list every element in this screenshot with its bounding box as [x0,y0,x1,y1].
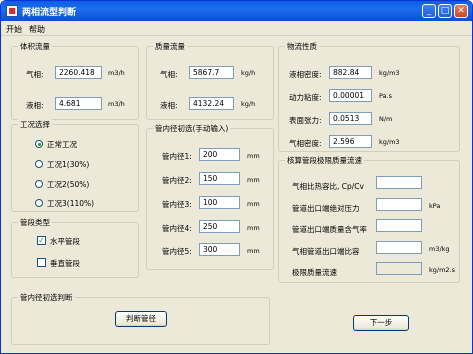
property-label: 气相密度: [289,139,322,148]
diameter-input-4[interactable]: 250 [199,220,240,233]
volume-gas-label: 气相: [26,70,44,79]
client-area: 体积流量 气相: 2260.418 m3/h 液相: 4.681 m3/h 质量… [6,37,467,349]
condition-option-label: 工况1(30%) [47,160,90,169]
property-unit: kg/m3 [379,138,400,146]
mass-flow-group: 质量流量 气相: 5867.7 kg/h 液相: 4132.24 kg/h [146,41,274,120]
property-label: 液相密度: [289,70,322,79]
condition-radio-3[interactable] [35,199,43,207]
mass-liquid-unit: kg/h [241,100,256,108]
close-button[interactable]: ✕ [454,4,468,18]
surface-tension-input[interactable]: 0.0513 [329,112,372,125]
horizontal-pipe-checkbox[interactable]: ✓ [37,236,46,245]
pipe-type-label: 水平管段 [50,237,80,246]
diameter-label: 管内径1: [162,152,192,161]
properties-legend: 物流性质 [285,41,319,52]
volume-liquid-label: 液相: [26,101,44,110]
mass-gas-label: 气相: [160,70,178,79]
judge-group: 管内径初选判断 判断管径 [11,292,270,345]
menu-start[interactable]: 开始 [6,24,22,35]
property-label: 表面张力: [289,116,322,125]
judge-legend: 管内径初选判断 [18,292,75,303]
pipe-diameter-legend: 管内径初选(手动输入) [153,123,231,134]
title-bar[interactable]: ■ 两相流型判断 _ □ ✕ [1,1,472,21]
liquid-density-input[interactable]: 882.84 [329,66,372,79]
condition-radio-1[interactable] [35,160,43,168]
volume-liquid-unit: m3/h [108,100,125,108]
diameter-input-1[interactable]: 200 [199,148,240,161]
critical-label: 管道出口端绝对压力 [292,204,360,213]
mass-flow-legend: 质量流量 [153,41,187,52]
diameter-unit: mm [247,247,260,255]
gas-density-input[interactable]: 2.596 [329,135,372,148]
gas-quality-input[interactable] [376,219,422,232]
volume-flow-group: 体积流量 气相: 2260.418 m3/h 液相: 4.681 m3/h [11,41,139,120]
mass-gas-input[interactable]: 5867.7 [189,66,234,79]
volume-liquid-input[interactable]: 4.681 [55,97,102,110]
critical-flow-group: 核算管段极限质量流速 气相比热容比, Cp/Cv 管道出口端绝对压力 kPa 管… [278,155,460,283]
volume-gas-unit: m3/h [108,69,125,77]
vertical-pipe-checkbox[interactable] [37,258,46,267]
critical-unit: kPa [429,202,441,210]
diameter-unit: mm [247,176,260,184]
diameter-input-5[interactable]: 300 [199,243,240,256]
pipe-type-legend: 管段类型 [18,217,52,228]
menu-bar: 开始 帮助 [1,21,472,36]
critical-flow-legend: 核算管段极限质量流速 [285,155,364,166]
diameter-unit: mm [247,200,260,208]
minimize-button[interactable]: _ [422,4,436,18]
pipe-type-label: 垂直管段 [50,259,80,268]
outlet-specific-volume-input[interactable] [376,241,422,254]
mass-gas-unit: kg/h [241,69,256,77]
condition-option-label: 正常工况 [47,140,77,149]
diameter-unit: mm [247,224,260,232]
condition-option-label: 工况3(110%) [47,199,95,208]
judge-diameter-button[interactable]: 判断管径 [115,311,167,327]
next-button[interactable]: 下一步 [353,315,409,331]
window-title: 两相流型判断 [22,8,77,18]
property-label: 动力粘度: [289,93,322,102]
condition-radio-2[interactable] [35,180,43,188]
pipe-type-group: 管段类型 ✓ 水平管段 垂直管段 [11,217,139,278]
property-unit: kg/m3 [379,69,400,77]
maximize-button[interactable]: □ [438,4,452,18]
critical-label: 管道出口端质量含气率 [292,225,367,234]
conditions-group: 工况选择 正常工况 工况1(30%) 工况2(50%) 工况3(110%) [11,119,139,212]
critical-label: 气相管道出口端比容 [292,247,360,256]
condition-option-label: 工况2(50%) [47,180,90,189]
cp-cv-input[interactable] [376,176,422,189]
mass-liquid-label: 液相: [160,101,178,110]
properties-group: 物流性质 液相密度: 882.84 kg/m3 动力粘度: 0.00001 Pa… [278,41,460,152]
critical-unit: m3/kg [429,245,450,253]
outlet-pressure-input[interactable] [376,198,422,211]
menu-help[interactable]: 帮助 [29,24,45,35]
conditions-legend: 工况选择 [18,119,52,130]
diameter-label: 管内径4: [162,224,192,233]
app-icon: ■ [6,5,18,17]
diameter-label: 管内径2: [162,176,192,185]
diameter-unit: mm [247,152,260,160]
condition-radio-0[interactable] [35,140,43,148]
critical-label: 极限质量流速 [292,268,337,277]
app-window: ■ 两相流型判断 _ □ ✕ 开始 帮助 体积流量 气相: 2260.418 m… [0,0,473,354]
property-unit: N/m [379,115,393,123]
diameter-label: 管内径3: [162,200,192,209]
pipe-diameter-group: 管内径初选(手动输入) 管内径1: 200 mm 管内径2: 150 mm 管内… [146,123,274,270]
property-unit: Pa.s [379,92,393,100]
mass-liquid-input[interactable]: 4132.24 [189,97,234,110]
volume-flow-legend: 体积流量 [18,41,52,52]
diameter-label: 管内径5: [162,247,192,256]
diameter-input-3[interactable]: 100 [199,196,240,209]
critical-unit: kg/m2.s [429,266,455,274]
viscosity-input[interactable]: 0.00001 [329,89,372,102]
critical-label: 气相比热容比, Cp/Cv [292,182,364,191]
diameter-input-2[interactable]: 150 [199,172,240,185]
radio-selected-dot [37,142,41,146]
volume-gas-input[interactable]: 2260.418 [55,66,102,79]
critical-mass-flux-output [376,262,422,275]
